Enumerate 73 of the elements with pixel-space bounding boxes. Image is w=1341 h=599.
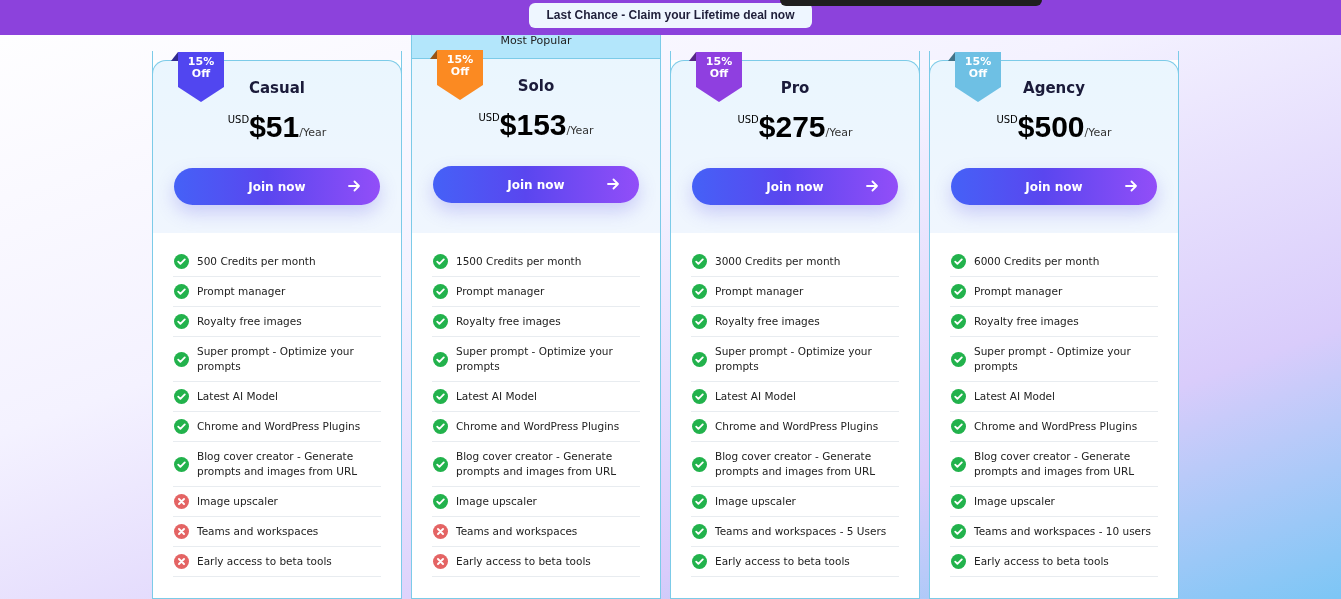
ribbon-fold xyxy=(171,52,178,61)
feature-text: 1500 Credits per month xyxy=(456,254,582,269)
feature-text: Image upscaler xyxy=(456,494,537,509)
feature-text: Image upscaler xyxy=(715,494,796,509)
arrow-icon xyxy=(1125,180,1137,192)
ribbon-fold xyxy=(689,52,696,61)
feature-text: Latest AI Model xyxy=(974,389,1055,404)
discount-ribbon: 15% Off xyxy=(178,52,224,102)
feature-text: Early access to beta tools xyxy=(456,554,591,569)
feature-text: Super prompt - Optimize your prompts xyxy=(974,344,1132,374)
feature-text: Blog cover creator - Generate prompts and images from URL xyxy=(974,449,1136,479)
feature-text: Royalty free images xyxy=(715,314,820,329)
join-button[interactable]: Join now xyxy=(174,168,380,205)
join-button[interactable]: Join now xyxy=(692,168,898,205)
price-amount: $275 xyxy=(758,112,826,142)
arrow-icon xyxy=(607,178,619,190)
feature-text: Early access to beta tools xyxy=(974,554,1109,569)
plan-name: Solo xyxy=(517,77,555,95)
feature-text: Blog cover creator - Generate prompts and images from URL xyxy=(456,449,618,479)
price-period: /Year xyxy=(566,124,594,137)
feature-text: Royalty free images xyxy=(456,314,561,329)
currency-label: USD xyxy=(996,114,1018,125)
feature-text: Super prompt - Optimize your prompts xyxy=(715,344,873,374)
feature-text: Early access to beta tools xyxy=(715,554,850,569)
arrow-icon xyxy=(348,180,360,192)
price-amount: $51 xyxy=(249,112,300,142)
feature-text: Chrome and WordPress Plugins xyxy=(197,419,361,434)
feature-text: Image upscaler xyxy=(197,494,278,509)
promo-link[interactable]: Last Chance - Claim your Lifetime deal now xyxy=(529,3,812,28)
feature-text: Teams and workspaces xyxy=(197,524,319,539)
feature-text: Early access to beta tools xyxy=(197,554,332,569)
feature-text: Latest AI Model xyxy=(715,389,796,404)
feature-text: Teams and workspaces - 5 Users xyxy=(715,524,887,539)
discount-ribbon: 15% Off xyxy=(696,52,742,102)
feature-text: Chrome and WordPress Plugins xyxy=(974,419,1138,434)
price-period: /Year xyxy=(299,126,327,139)
feature-text: Super prompt - Optimize your prompts xyxy=(456,344,614,374)
feature-text: Royalty free images xyxy=(974,314,1079,329)
ribbon-fold xyxy=(430,50,437,59)
currency-label: USD xyxy=(478,112,500,123)
price-amount: $153 xyxy=(499,110,567,140)
feature-text: Latest AI Model xyxy=(197,389,278,404)
feature-text: Prompt manager xyxy=(456,284,545,299)
ribbon-fold xyxy=(948,52,955,61)
discount-ribbon: 15% Off xyxy=(955,52,1001,102)
feature-text: Prompt manager xyxy=(715,284,804,299)
feature-text: Prompt manager xyxy=(197,284,286,299)
feature-text: Blog cover creator - Generate prompts and images from URL xyxy=(197,449,359,479)
join-button[interactable]: Join now xyxy=(951,168,1157,205)
feature-text: Chrome and WordPress Plugins xyxy=(456,419,620,434)
feature-text: Teams and workspaces xyxy=(456,524,578,539)
feature-text: Latest AI Model xyxy=(456,389,537,404)
plan-name: Pro xyxy=(780,79,810,97)
plan-name: Casual xyxy=(249,79,305,97)
feature-text: Chrome and WordPress Plugins xyxy=(715,419,879,434)
feature-text: Teams and workspaces - 10 users xyxy=(974,524,1151,539)
feature-text: 6000 Credits per month xyxy=(974,254,1100,269)
feature-text: 500 Credits per month xyxy=(197,254,316,269)
price-period: /Year xyxy=(825,126,853,139)
feature-text: 3000 Credits per month xyxy=(715,254,841,269)
price-amount: $500 xyxy=(1017,112,1085,142)
feature-text: Blog cover creator - Generate prompts and images from URL xyxy=(715,449,877,479)
feature-text: Super prompt - Optimize your prompts xyxy=(197,344,355,374)
feature-text: Royalty free images xyxy=(197,314,302,329)
discount-ribbon: 15% Off xyxy=(437,50,483,100)
currency-label: USD xyxy=(227,114,250,125)
plan-name: Agency xyxy=(1023,79,1085,97)
feature-text: Prompt manager xyxy=(974,284,1063,299)
currency-label: USD xyxy=(737,114,759,125)
join-button[interactable]: Join now xyxy=(433,166,639,203)
price-period: /Year xyxy=(1084,126,1112,139)
arrow-icon xyxy=(866,180,878,192)
feature-text: Image upscaler xyxy=(974,494,1055,509)
